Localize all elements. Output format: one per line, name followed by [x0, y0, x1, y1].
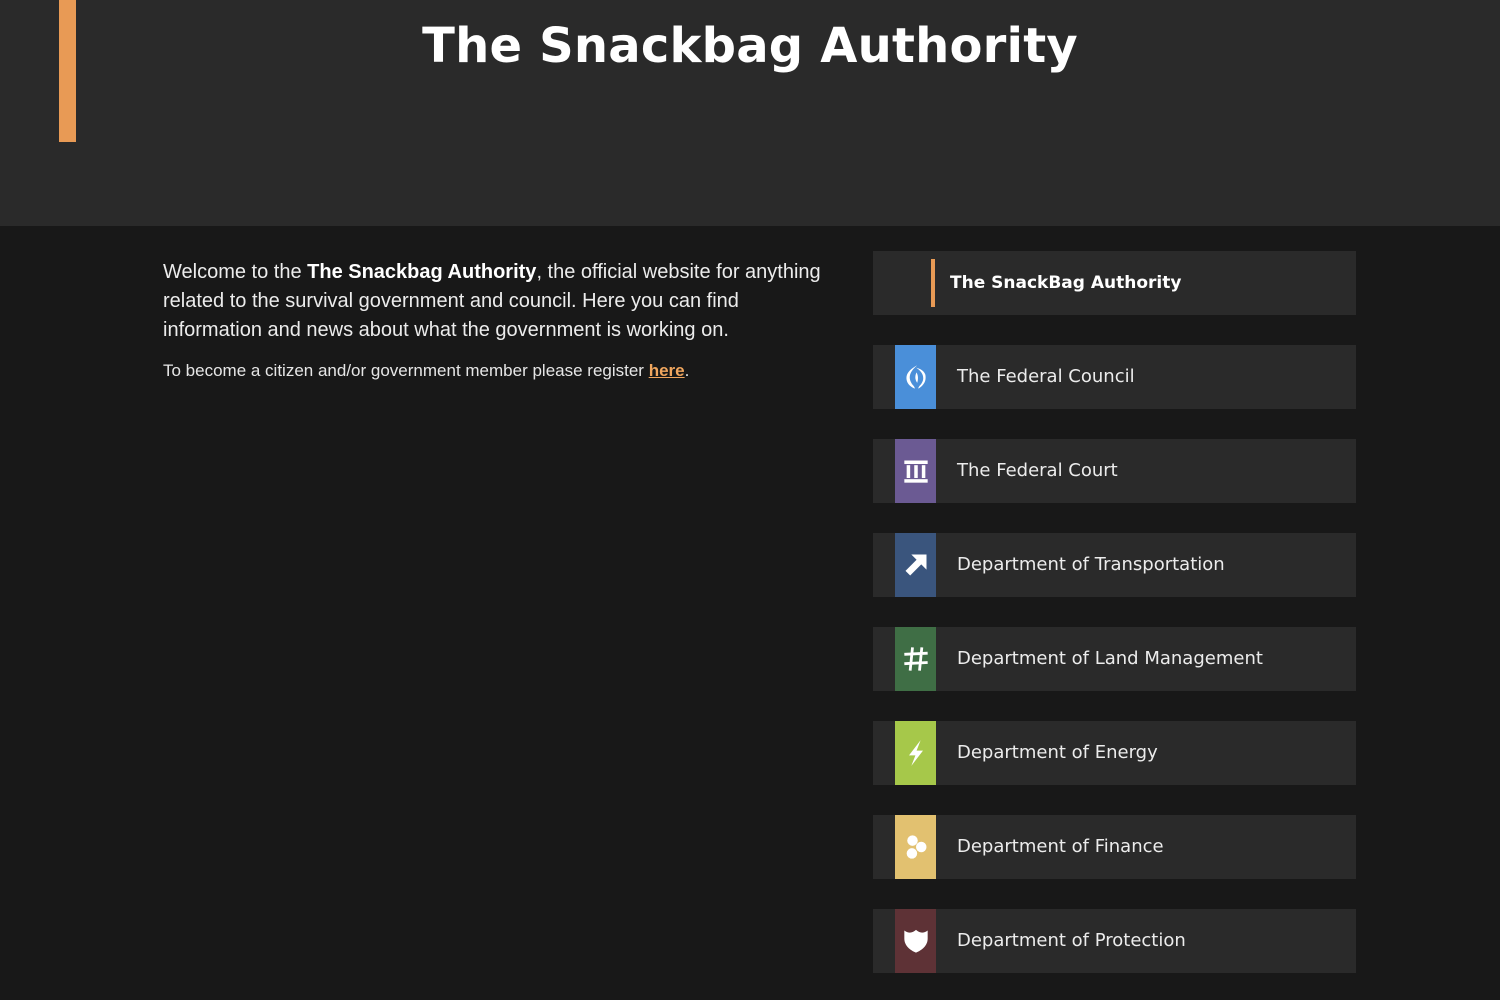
lightning-icon-box — [895, 721, 936, 785]
arrow-icon — [905, 554, 926, 576]
nav-item-protection[interactable]: Department of Protection — [873, 909, 1356, 973]
nav-item-label: Department of Transportation — [957, 554, 1225, 575]
nav-item-label: Department of Energy — [957, 742, 1158, 763]
nav-item-federal-council[interactable]: The Federal Council — [873, 345, 1356, 409]
courthouse-icon — [903, 460, 928, 483]
grid-icon-box — [895, 627, 936, 691]
welcome-prefix: Welcome to the — [163, 261, 308, 283]
federal-council-icon — [905, 365, 926, 389]
nav-active-marker — [931, 259, 935, 307]
nav-item-label: The Federal Council — [957, 366, 1135, 387]
nav-item-federal-court[interactable]: The Federal Court — [873, 439, 1356, 503]
nav-item-label: Department of Finance — [957, 836, 1164, 857]
welcome-site-name: The Snackbag Authority — [307, 261, 537, 283]
nav-item-label: The SnackBag Authority — [950, 273, 1182, 293]
coins-icon-box — [895, 815, 936, 879]
nav-item-label: Department of Protection — [957, 930, 1186, 951]
lightning-icon — [908, 740, 923, 766]
nav-item-snackbag-authority[interactable]: The SnackBag Authority — [873, 251, 1356, 315]
grid-icon — [903, 647, 928, 671]
coins-icon — [906, 835, 926, 859]
intro-section: Welcome to the The Snackbag Authority, t… — [163, 258, 843, 383]
arrow-icon-box — [895, 533, 936, 597]
federal-council-icon-box — [895, 345, 936, 409]
register-link[interactable]: here — [649, 361, 685, 380]
nav-item-transportation[interactable]: Department of Transportation — [873, 533, 1356, 597]
department-nav: The SnackBag Authority The Federal Counc… — [873, 251, 1356, 973]
site-header: The Snackbag Authority — [0, 0, 1500, 226]
nav-item-energy[interactable]: Department of Energy — [873, 721, 1356, 785]
nav-item-finance[interactable]: Department of Finance — [873, 815, 1356, 879]
register-suffix: . — [684, 361, 690, 380]
nav-item-label: The Federal Court — [957, 460, 1118, 481]
welcome-text: Welcome to the The Snackbag Authority, t… — [163, 258, 843, 345]
courthouse-icon-box — [895, 439, 936, 503]
register-prefix: To become a citizen and/or government me… — [163, 361, 649, 380]
shield-icon — [903, 929, 928, 953]
nav-item-label: Department of Land Management — [957, 648, 1263, 669]
register-text: To become a citizen and/or government me… — [163, 359, 843, 383]
nav-item-land-management[interactable]: Department of Land Management — [873, 627, 1356, 691]
shield-icon-box — [895, 909, 936, 973]
site-title: The Snackbag Authority — [422, 18, 1078, 74]
